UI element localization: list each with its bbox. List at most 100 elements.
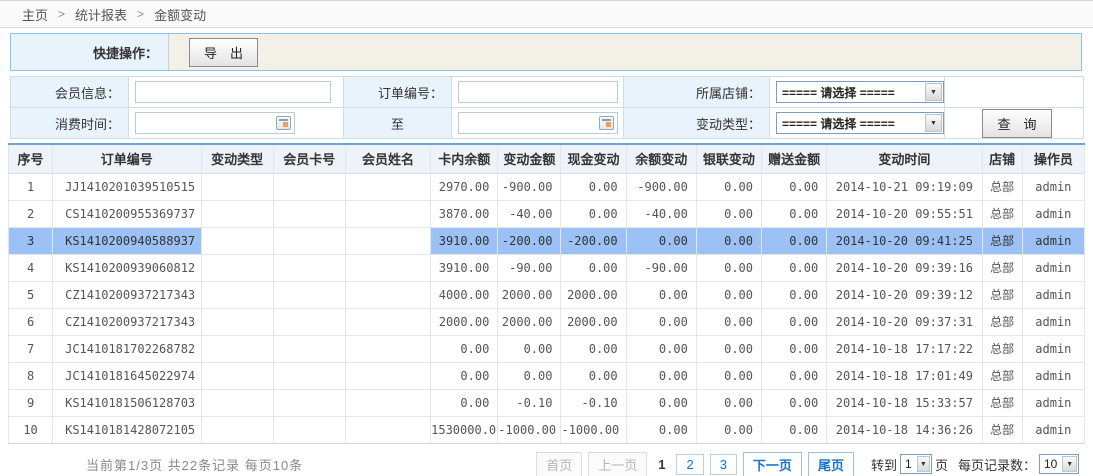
column-header: 变动时间 <box>827 144 982 173</box>
table-cell: -90.00 <box>498 254 561 281</box>
store-select[interactable]: ===== 请选择 ===== ▼ <box>776 81 944 103</box>
table-cell <box>201 227 273 254</box>
table-cell: -200.00 <box>498 227 561 254</box>
chevron-down-icon: ▼ <box>1062 456 1077 472</box>
table-cell: 3 <box>9 227 53 254</box>
column-header: 会员卡号 <box>273 144 345 173</box>
table-cell: 2970.00 <box>431 173 498 200</box>
table-cell <box>345 389 430 416</box>
table-cell: 0.00 <box>762 335 827 362</box>
column-header: 余额变动 <box>626 144 696 173</box>
export-button[interactable]: 导 出 <box>189 38 258 67</box>
table-cell <box>273 389 345 416</box>
search-button[interactable]: 查 询 <box>982 109 1051 138</box>
table-cell: 0.00 <box>762 173 827 200</box>
to-label: 至 <box>344 108 452 139</box>
table-cell <box>273 227 345 254</box>
table-cell: 0.00 <box>626 362 696 389</box>
table-cell: -90.00 <box>626 254 696 281</box>
table-cell <box>273 200 345 227</box>
table-cell: 0.00 <box>696 281 761 308</box>
table-cell: 2014-10-20 09:39:16 <box>827 254 982 281</box>
table-cell: 0.00 <box>696 416 761 443</box>
consume-time-label: 消费时间： <box>11 108 129 139</box>
table-cell: 总部 <box>982 227 1022 254</box>
table-cell: -200.00 <box>561 227 626 254</box>
table-cell: JJ1410201039510515 <box>53 173 201 200</box>
breadcrumb: 主页 > 统计报表 > 金额变动 <box>0 0 1093 28</box>
table-cell <box>201 362 273 389</box>
page-last-button[interactable]: 尾页 <box>808 452 854 476</box>
table-cell: 2000.00 <box>561 281 626 308</box>
table-cell: 总部 <box>982 416 1022 443</box>
page-number-button[interactable]: 2 <box>676 454 703 475</box>
table-cell: 8 <box>9 362 53 389</box>
member-info-label: 会员信息： <box>11 77 129 108</box>
member-info-input[interactable] <box>135 81 331 103</box>
consume-time-end-input[interactable] <box>458 112 618 134</box>
table-cell: 0.00 <box>762 308 827 335</box>
table-cell: 0.00 <box>696 335 761 362</box>
table-cell: admin <box>1022 362 1084 389</box>
table-cell: 0.00 <box>762 281 827 308</box>
table-cell: JC1410181645022974 <box>53 362 201 389</box>
table-cell: 0.00 <box>431 335 498 362</box>
page-number-current: 1 <box>653 455 670 474</box>
table-cell: CS1410200955369737 <box>53 200 201 227</box>
table-row[interactable]: 5CZ14102009372173434000.002000.002000.00… <box>9 281 1085 308</box>
breadcrumb-reports[interactable]: 统计报表 <box>75 5 127 24</box>
goto-label: 转到 <box>871 455 897 474</box>
table-row[interactable]: 7JC14101817022687820.000.000.000.000.000… <box>9 335 1085 362</box>
consume-time-start-input[interactable] <box>135 112 295 134</box>
table-cell: 4000.00 <box>431 281 498 308</box>
table-cell: -40.00 <box>498 200 561 227</box>
table-cell: 1 <box>9 173 53 200</box>
table-cell: 总部 <box>982 254 1022 281</box>
table-cell: KS1410181506128703 <box>53 389 201 416</box>
table-cell <box>273 416 345 443</box>
table-cell: 总部 <box>982 281 1022 308</box>
table-cell: 0.00 <box>762 389 827 416</box>
table-row[interactable]: 9KS14101815061287030.00-0.10-0.100.000.0… <box>9 389 1085 416</box>
table-cell: 0.00 <box>762 200 827 227</box>
table-cell: 0.00 <box>498 362 561 389</box>
table-cell: 0.00 <box>626 416 696 443</box>
goto-suffix: 页 <box>935 455 948 474</box>
table-row[interactable]: 4KS14102009390608123910.00-90.000.00-90.… <box>9 254 1085 281</box>
record-summary: 当前第1/3页 共22条记录 每页10条 <box>8 455 533 474</box>
table-cell: -0.10 <box>561 389 626 416</box>
table-cell: 2000.00 <box>498 308 561 335</box>
page-next-button[interactable]: 下一页 <box>743 452 802 476</box>
table-cell: admin <box>1022 308 1084 335</box>
table-cell: 7 <box>9 335 53 362</box>
table-row[interactable]: 8JC14101816450229740.000.000.000.000.000… <box>9 362 1085 389</box>
change-type-select[interactable]: ===== 请选择 ===== ▼ <box>776 112 944 134</box>
per-page-select[interactable]: 10 ▼ <box>1039 454 1079 474</box>
column-header: 银联变动 <box>696 144 761 173</box>
order-no-input[interactable] <box>458 81 618 103</box>
breadcrumb-separator: > <box>137 7 144 21</box>
calendar-icon[interactable] <box>276 116 291 130</box>
change-type-label: 变动类型： <box>624 108 770 139</box>
table-cell: 总部 <box>982 173 1022 200</box>
table-row[interactable]: 1JJ14102010395105152970.00-900.000.00-90… <box>9 173 1085 200</box>
breadcrumb-home[interactable]: 主页 <box>22 5 48 24</box>
table-cell: 4 <box>9 254 53 281</box>
table-row[interactable]: 3KS14102009405889373910.00-200.00-200.00… <box>9 227 1085 254</box>
goto-page-select[interactable]: 1 ▼ <box>900 454 932 474</box>
table-row[interactable]: 6CZ14102009372173432000.002000.002000.00… <box>9 308 1085 335</box>
calendar-icon[interactable] <box>599 116 614 130</box>
table-cell: -1000.00 <box>498 416 561 443</box>
table-cell: KS1410181428072105 <box>53 416 201 443</box>
table-cell <box>345 254 430 281</box>
order-no-label: 订单编号： <box>344 77 452 108</box>
quick-actions-label: 快捷操作： <box>11 34 169 70</box>
quick-actions-bar: 快捷操作： 导 出 <box>10 33 1082 71</box>
table-row[interactable]: 2CS14102009553697373870.00-40.000.00-40.… <box>9 200 1085 227</box>
table-cell: admin <box>1022 200 1084 227</box>
page-number-button[interactable]: 3 <box>710 454 737 475</box>
table-cell: 2014-10-20 09:39:12 <box>827 281 982 308</box>
table-cell: 2014-10-18 15:33:57 <box>827 389 982 416</box>
table-row[interactable]: 10KS14101814280721051530000.00-1000.00-1… <box>9 416 1085 443</box>
table-header-row: 序号订单编号变动类型会员卡号会员姓名卡内余额变动金额现金变动余额变动银联变动赠送… <box>9 144 1085 173</box>
